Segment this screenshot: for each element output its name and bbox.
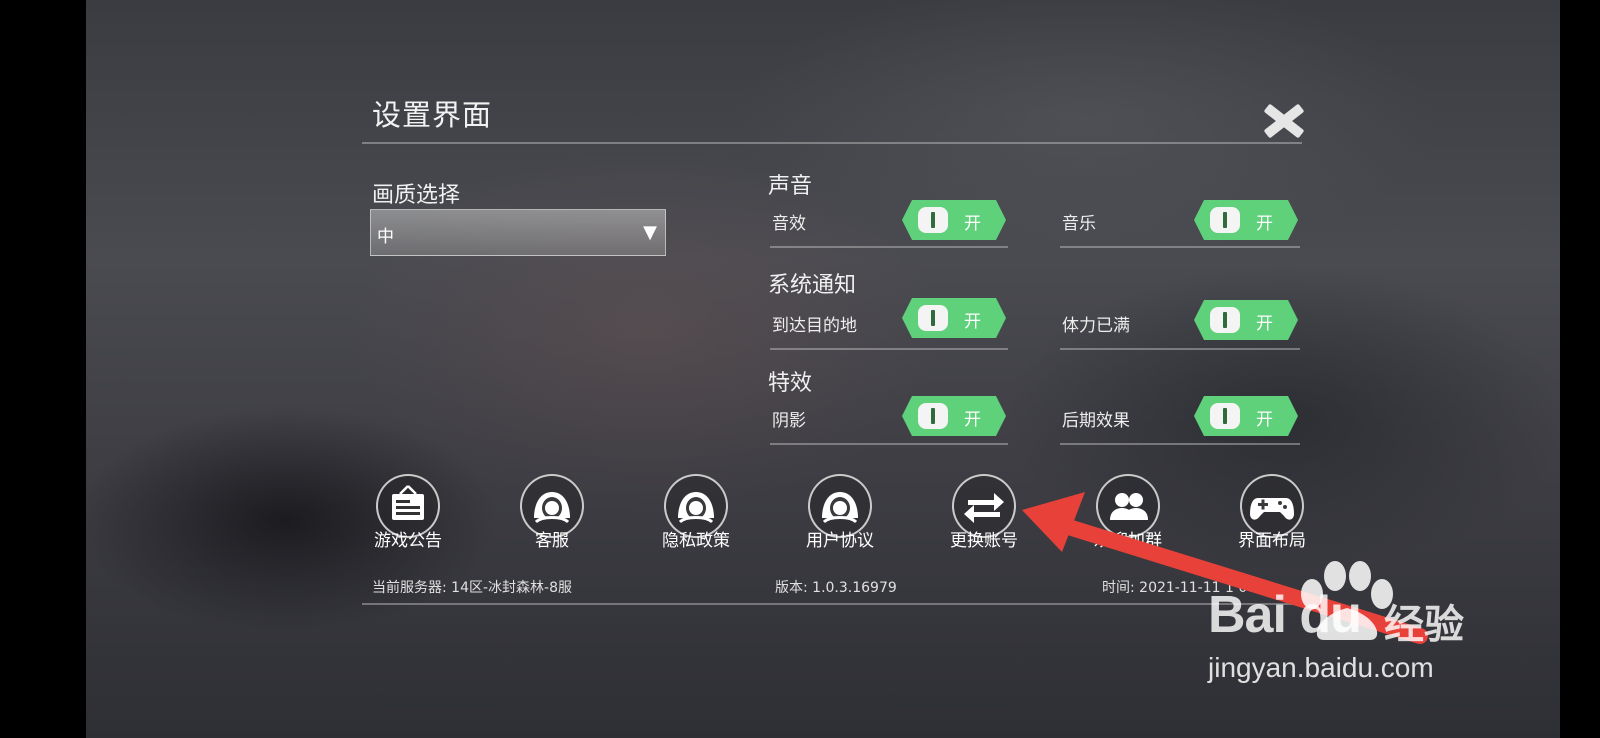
notify-divider-right — [1060, 348, 1300, 350]
sound-effects-label: 音效 — [772, 214, 806, 234]
toggle-state: 开 — [1256, 314, 1273, 334]
graphics-label: 画质选择 — [372, 183, 461, 208]
ui-layout-label: 界面布局 — [1238, 531, 1306, 551]
shadow-toggle[interactable]: 开 — [902, 396, 1006, 436]
current-server: 当前服务器: 14区-冰封森林-8服 — [372, 580, 572, 596]
post-effects-toggle[interactable]: 开 — [1194, 396, 1298, 436]
toggle-state: 开 — [964, 410, 981, 430]
toggle-state: 开 — [1256, 410, 1273, 430]
toggle-knob-icon — [1210, 403, 1240, 429]
stamina-full-label: 体力已满 — [1062, 316, 1130, 336]
watermark-url: jingyan.baidu.com — [1208, 652, 1434, 683]
privacy-policy-button[interactable]: 隐私政策 — [646, 474, 746, 551]
notify-heading: 系统通知 — [768, 273, 857, 298]
sound-heading: 声音 — [768, 174, 813, 199]
music-toggle[interactable]: 开 — [1194, 200, 1298, 240]
dropdown-triangle-icon: ▼ — [643, 222, 657, 243]
jingyan-brand-text: 经验 — [1384, 602, 1464, 648]
page-title: 设置界面 — [372, 98, 493, 132]
toggle-state: 开 — [1256, 214, 1273, 234]
version-info: 版本: 1.0.3.16979 — [775, 580, 897, 596]
notify-divider-left — [770, 348, 1008, 350]
user-agreement-button[interactable]: 用户协议 — [790, 474, 890, 551]
customer-service-label: 客服 — [535, 531, 569, 551]
switch-account-label: 更换账号 — [950, 531, 1018, 551]
graphics-quality-select[interactable]: 中 ▼ — [370, 209, 666, 256]
arrival-toggle[interactable]: 开 — [902, 298, 1006, 338]
game-notice-button[interactable]: 游戏公告 — [358, 474, 458, 551]
baidu-brand-text: Bai du — [1208, 586, 1362, 644]
game-notice-label: 游戏公告 — [374, 531, 442, 551]
toggle-state: 开 — [964, 312, 981, 332]
title-divider — [362, 142, 1302, 144]
footer-divider — [362, 603, 1302, 605]
toggle-knob-icon — [918, 403, 948, 429]
effects-divider-right — [1060, 443, 1300, 445]
toggle-state: 开 — [964, 214, 981, 234]
effects-divider-left — [770, 443, 1008, 445]
music-label: 音乐 — [1062, 214, 1096, 234]
join-group-label: 欢迎加群 — [1094, 531, 1162, 551]
shadow-label: 阴影 — [772, 411, 806, 431]
sound-divider-right — [1060, 246, 1300, 248]
graphics-quality-value: 中 — [377, 227, 394, 247]
join-group-button[interactable]: 欢迎加群 — [1078, 474, 1178, 551]
toggle-knob-icon — [1210, 307, 1240, 333]
sound-divider-left — [770, 246, 1008, 248]
effects-heading: 特效 — [768, 371, 813, 396]
sound-effects-toggle[interactable]: 开 — [902, 200, 1006, 240]
switch-account-button[interactable]: 更换账号 — [934, 474, 1034, 551]
post-effects-label: 后期效果 — [1062, 411, 1130, 431]
ui-layout-button[interactable]: 界面布局 — [1222, 474, 1322, 551]
toggle-knob-icon — [1210, 207, 1240, 233]
arrival-label: 到达目的地 — [772, 316, 857, 336]
customer-service-button[interactable]: 客服 — [502, 474, 602, 551]
user-agreement-label: 用户协议 — [806, 531, 874, 551]
stamina-full-toggle[interactable]: 开 — [1194, 300, 1298, 340]
toggle-knob-icon — [918, 305, 948, 331]
close-icon[interactable] — [1258, 98, 1308, 142]
toggle-knob-icon — [918, 207, 948, 233]
privacy-policy-label: 隐私政策 — [662, 531, 730, 551]
